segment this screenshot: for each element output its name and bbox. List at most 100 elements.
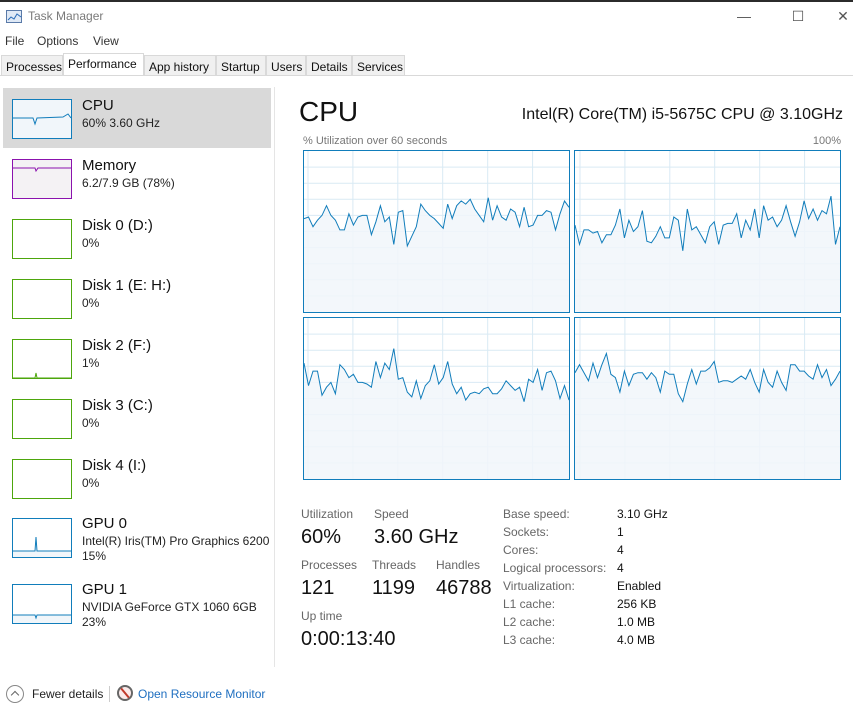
menu-options[interactable]: Options (37, 34, 78, 48)
disk-thumbnail-graph (12, 399, 72, 439)
sidebar-item-gpu-0[interactable]: GPU 0 Intel(R) Iris(TM) Pro Graphics 620… (3, 508, 271, 574)
utilization-label: Utilization (301, 507, 354, 521)
sidebar-item-name: GPU 0 (82, 515, 128, 532)
handles-value: 46788 (436, 577, 492, 599)
sidebar-item-value: 23% (82, 615, 107, 629)
sidebar-item-value: 1% (82, 356, 100, 370)
cpu-graph-1-svg (575, 151, 840, 312)
maximize-button[interactable]: ☐ (775, 2, 821, 30)
task-manager-icon (6, 10, 22, 23)
processes-label: Processes (301, 558, 358, 572)
cpu-graph-3-svg (575, 318, 840, 479)
title-bar[interactable]: Task Manager — ☐ ✕ (0, 2, 853, 30)
tab-performance[interactable]: Performance (63, 53, 144, 76)
threads-label: Threads (372, 558, 417, 572)
sidebar-item-model: Intel(R) Iris(TM) Pro Graphics 6200 (82, 534, 270, 548)
utilization-area (575, 353, 840, 479)
footer: Fewer details Open Resource Monitor (0, 682, 853, 706)
cpu-graph-3 (574, 317, 841, 480)
uptime-label: Up time (301, 609, 343, 623)
disk-thumbnail-graph (12, 459, 72, 499)
disk-thumbnail-graph (12, 219, 72, 259)
cpu-graph-0-svg (304, 151, 569, 312)
close-button[interactable]: ✕ (820, 2, 853, 30)
cpu-graph-2 (303, 317, 570, 480)
menu-file[interactable]: File (5, 34, 24, 48)
sidebar-item-name: Disk 4 (I:) (82, 457, 147, 474)
sidebar-item-value: 0% (82, 416, 100, 430)
sidebar-item-disk-3[interactable]: Disk 3 (C:) 0% (3, 388, 271, 448)
spec-value: 3.10 GHz (617, 507, 668, 521)
menu-view[interactable]: View (93, 34, 119, 48)
close-icon: ✕ (837, 7, 849, 24)
sidebar-item-name: Disk 1 (E: H:) (82, 277, 172, 294)
panel-divider[interactable] (274, 87, 275, 667)
sidebar-item-name: GPU 1 (82, 581, 128, 598)
gpu-thumbnail-graph (12, 584, 72, 624)
spec-value: 4 (617, 561, 624, 575)
spec-value: Enabled (617, 579, 662, 593)
sidebar-item-value: 0% (82, 476, 100, 490)
spec-label: L2 cache: (503, 615, 556, 629)
threads-value: 1199 (372, 577, 416, 599)
uptime-value: 0:00:13:40 (301, 628, 396, 650)
fewer-details-button[interactable]: Fewer details (32, 687, 103, 701)
cpu-thumbnail-graph (12, 99, 72, 139)
sidebar-item-name: Disk 3 (C:) (82, 397, 153, 414)
graph-label: % Utilization over 60 seconds (303, 135, 448, 147)
spec-label: Virtualization: (503, 579, 575, 593)
sidebar-item-name: Disk 0 (D:) (82, 217, 153, 234)
spec-value: 1 (617, 525, 624, 539)
tab-services[interactable]: Services (352, 55, 405, 76)
menu-bar: File Options View (0, 31, 853, 51)
sidebar-item-disk-4[interactable]: Disk 4 (I:) 0% (3, 448, 271, 508)
spec-value: 4 (617, 543, 624, 557)
tab-bar: Processes Performance App history Startu… (0, 53, 853, 76)
spec-value: 4.0 MB (617, 633, 656, 647)
cpu-graph-1 (574, 150, 841, 313)
sidebar-item-name: Memory (82, 157, 137, 174)
disk-thumbnail-graph (12, 279, 72, 319)
sidebar-item-disk-2[interactable]: Disk 2 (F:) 1% (3, 328, 271, 388)
tab-app-history[interactable]: App history (144, 55, 216, 76)
page-title: CPU (299, 96, 359, 127)
minimize-button[interactable]: — (721, 2, 767, 30)
sidebar-item-value: 60% 3.60 GHz (82, 116, 161, 130)
sidebar-item-value: 15% (82, 549, 107, 563)
window-title: Task Manager (28, 9, 104, 23)
sidebar-item-name: Disk 2 (F:) (82, 337, 152, 354)
sidebar-item-cpu[interactable]: CPU 60% 3.60 GHz (3, 88, 271, 148)
sidebar-item-value: 0% (82, 296, 100, 310)
tab-details[interactable]: Details (306, 55, 352, 76)
handles-label: Handles (436, 558, 481, 572)
sidebar-item-gpu-1[interactable]: GPU 1 NVIDIA GeForce GTX 1060 6GB 23% (3, 574, 271, 640)
speed-label: Speed (374, 507, 409, 521)
chevron-up-icon[interactable] (6, 685, 24, 703)
spec-label: Logical processors: (503, 561, 607, 575)
minimize-icon: — (737, 8, 751, 24)
tab-startup[interactable]: Startup (216, 55, 266, 76)
gpu-thumbnail-graph (12, 518, 72, 558)
cpu-graph-2-svg (304, 318, 569, 479)
spec-value: 256 KB (617, 597, 657, 611)
sidebar-item-disk-0[interactable]: Disk 0 (D:) 0% (3, 208, 271, 268)
sidebar-item-memory[interactable]: Memory 6.2/7.9 GB (78%) (3, 148, 271, 208)
cpu-graph-0 (303, 150, 570, 313)
utilization-area (575, 196, 840, 312)
sidebar-item-value: 0% (82, 236, 100, 250)
sidebar-item-model: NVIDIA GeForce GTX 1060 6GB (82, 600, 257, 614)
spec-label: Sockets: (503, 525, 550, 539)
maximize-icon: ☐ (791, 7, 805, 24)
sidebar-item-disk-1[interactable]: Disk 1 (E: H:) 0% (3, 268, 271, 328)
spec-label: Base speed: (503, 507, 570, 521)
tab-users[interactable]: Users (266, 55, 306, 76)
spec-label: Cores: (503, 543, 539, 557)
utilization-area (304, 197, 569, 312)
open-resource-monitor-link[interactable]: Open Resource Monitor (138, 687, 265, 701)
spec-value: 1.0 MB (617, 615, 656, 629)
spec-label: L1 cache: (503, 597, 556, 611)
processes-value: 121 (301, 577, 335, 599)
spec-label: L3 cache: (503, 633, 556, 647)
memory-thumbnail-graph (12, 159, 72, 199)
tab-processes[interactable]: Processes (1, 55, 63, 76)
